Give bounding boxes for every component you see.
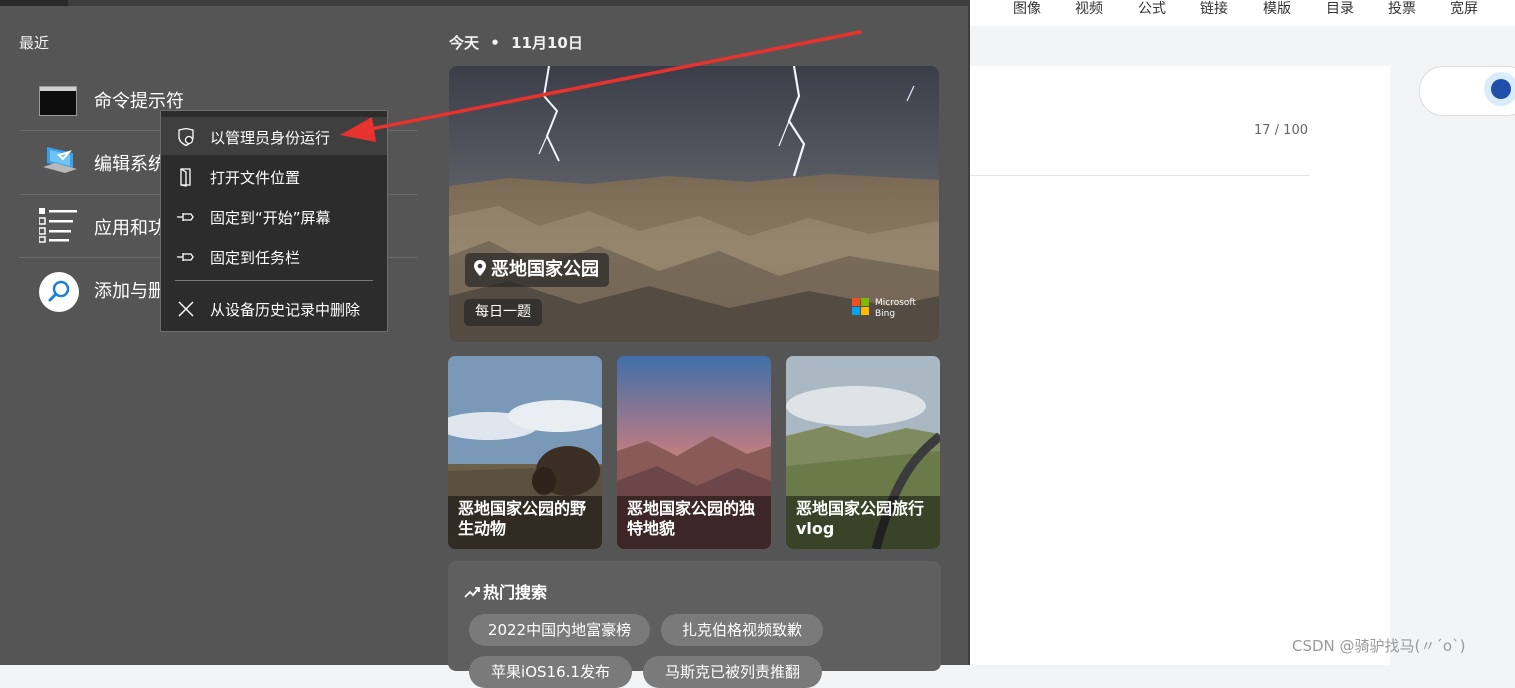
card-vlog[interactable]: 恶地国家公园旅行vlog (786, 356, 940, 549)
hero-title[interactable]: 恶地国家公园 (465, 253, 609, 287)
toolbar-toc[interactable]: 目录 (1326, 0, 1354, 18)
recent-item-label: 编辑系统 (94, 154, 166, 175)
date-header: 今天 • 11月10日 (449, 32, 583, 53)
start-menu: 最近 命令提示符 编辑系统 应用和功能 添加与删除 以管理员身份运行 打开文件位… (0, 0, 968, 688)
context-pin-to-taskbar[interactable]: 固定到任务栏 (161, 237, 387, 275)
computer-settings-icon (43, 147, 77, 173)
toolbar-template[interactable]: 模版 (1263, 0, 1291, 18)
watermark: CSDN @骑驴找马(〃´o`) (1292, 637, 1466, 655)
file-location-icon (180, 168, 191, 187)
bing-brand-line2: Bing (875, 309, 896, 319)
start-menu-edge (968, 0, 970, 665)
context-open-file-location[interactable]: 打开文件位置 (161, 157, 387, 195)
location-pin-icon (474, 260, 486, 276)
bing-brand: Microsoft Bing (875, 298, 916, 320)
trending-icon (464, 587, 480, 598)
hot-search-chip[interactable]: 马斯克已被列责推翻 (643, 656, 822, 688)
search-icon (39, 272, 79, 312)
toolbar-formula[interactable]: 公式 (1138, 0, 1166, 18)
context-item-label: 从设备历史记录中删除 (210, 301, 361, 319)
toolbar-link[interactable]: 链接 (1200, 0, 1228, 18)
close-icon (178, 301, 194, 317)
title-char-counter: 17 / 100 (1254, 123, 1308, 138)
today-label: 今天 (449, 34, 480, 52)
card-landform[interactable]: 恶地国家公园的独特地貌 (617, 356, 771, 549)
date-separator: • (490, 34, 500, 52)
date-label: 11月10日 (511, 34, 583, 52)
title-divider (970, 175, 1310, 176)
context-remove-history[interactable]: 从设备历史记录中删除 (161, 289, 387, 327)
pin-icon (177, 253, 194, 261)
hot-search-title-text: 热门搜索 (483, 583, 548, 602)
card-title: 恶地国家公园的独特地貌 (627, 499, 756, 538)
start-menu-topbar (0, 0, 968, 6)
editor-paper[interactable] (970, 66, 1390, 665)
shield-icon (178, 127, 194, 147)
context-menu: 以管理员身份运行 打开文件位置 固定到“开始”屏幕 固定到任务栏 从设备历史记录… (160, 110, 388, 332)
context-item-label: 固定到任务栏 (210, 249, 301, 267)
hot-search-chip[interactable]: 2022中国内地富豪榜 (469, 614, 650, 646)
toolbar-video[interactable]: 视频 (1075, 0, 1103, 18)
context-run-as-admin[interactable]: 以管理员身份运行 (161, 117, 387, 155)
context-divider (175, 280, 373, 281)
bing-brand-line1: Microsoft (875, 298, 916, 308)
context-item-label: 打开文件位置 (210, 169, 301, 187)
command-prompt-icon (39, 86, 77, 116)
context-item-label: 固定到“开始”屏幕 (210, 209, 331, 227)
toolbar-vote[interactable]: 投票 (1388, 0, 1416, 18)
toolbar-image[interactable]: 图像 (1013, 0, 1041, 18)
hot-search-chip[interactable]: 苹果iOS16.1发布 (469, 656, 632, 688)
card-wildlife[interactable]: 恶地国家公园的野生动物 (448, 356, 602, 549)
context-pin-to-start[interactable]: 固定到“开始”屏幕 (161, 197, 387, 235)
assistant-logo-icon[interactable] (1484, 72, 1515, 106)
hot-search-chip[interactable]: 扎克伯格视频致歉 (661, 614, 823, 646)
context-item-label: 以管理员身份运行 (210, 129, 331, 147)
card-title: 恶地国家公园的野生动物 (458, 499, 587, 538)
hero-subtitle[interactable]: 每日一题 (464, 299, 542, 326)
list-icon (39, 208, 77, 243)
pin-icon (177, 213, 194, 221)
recent-title: 最近 (19, 34, 50, 52)
hot-search-title: 热门搜索 (464, 579, 547, 603)
card-title: 恶地国家公园旅行vlog (796, 499, 925, 538)
hero-title-text: 恶地国家公园 (491, 259, 599, 280)
editor-toolbar: 图像 视频 公式 链接 模版 目录 投票 宽屏 (970, 0, 1515, 27)
toolbar-widescreen[interactable]: 宽屏 (1450, 0, 1478, 18)
